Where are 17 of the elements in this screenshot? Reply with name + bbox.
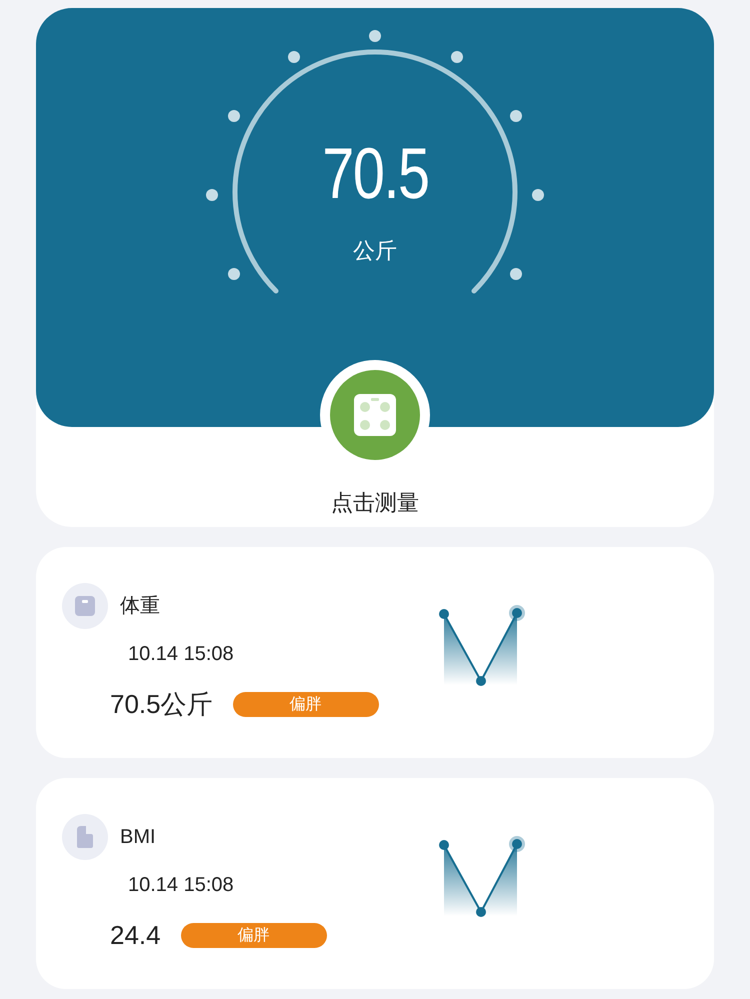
measure-label: 点击测量 — [331, 489, 419, 517]
status-badge: 偏胖 — [232, 692, 379, 717]
measure-button[interactable] — [330, 370, 420, 460]
measure-time: 10.14 15:08 — [128, 873, 235, 898]
measure-value: 24.4 — [110, 919, 161, 952]
weight-value: 70.5 — [322, 138, 428, 210]
scale-icon — [353, 393, 397, 437]
weight-unit: 公斤 — [353, 237, 397, 265]
measure-value: 70.5公斤 — [110, 688, 213, 721]
body-icon — [77, 826, 93, 848]
card-title: 体重 — [120, 594, 160, 619]
card-title: BMI — [120, 825, 156, 850]
measure-time: 10.14 15:08 — [128, 642, 235, 667]
summary-card[interactable]: BMI 10.14 15:08 24.4 偏胖 — [36, 778, 714, 989]
scale-icon — [75, 596, 95, 616]
status-badge: 偏胖 — [180, 923, 327, 948]
summary-card[interactable]: 体重 10.14 15:08 70.5公斤 偏胖 — [36, 547, 714, 758]
